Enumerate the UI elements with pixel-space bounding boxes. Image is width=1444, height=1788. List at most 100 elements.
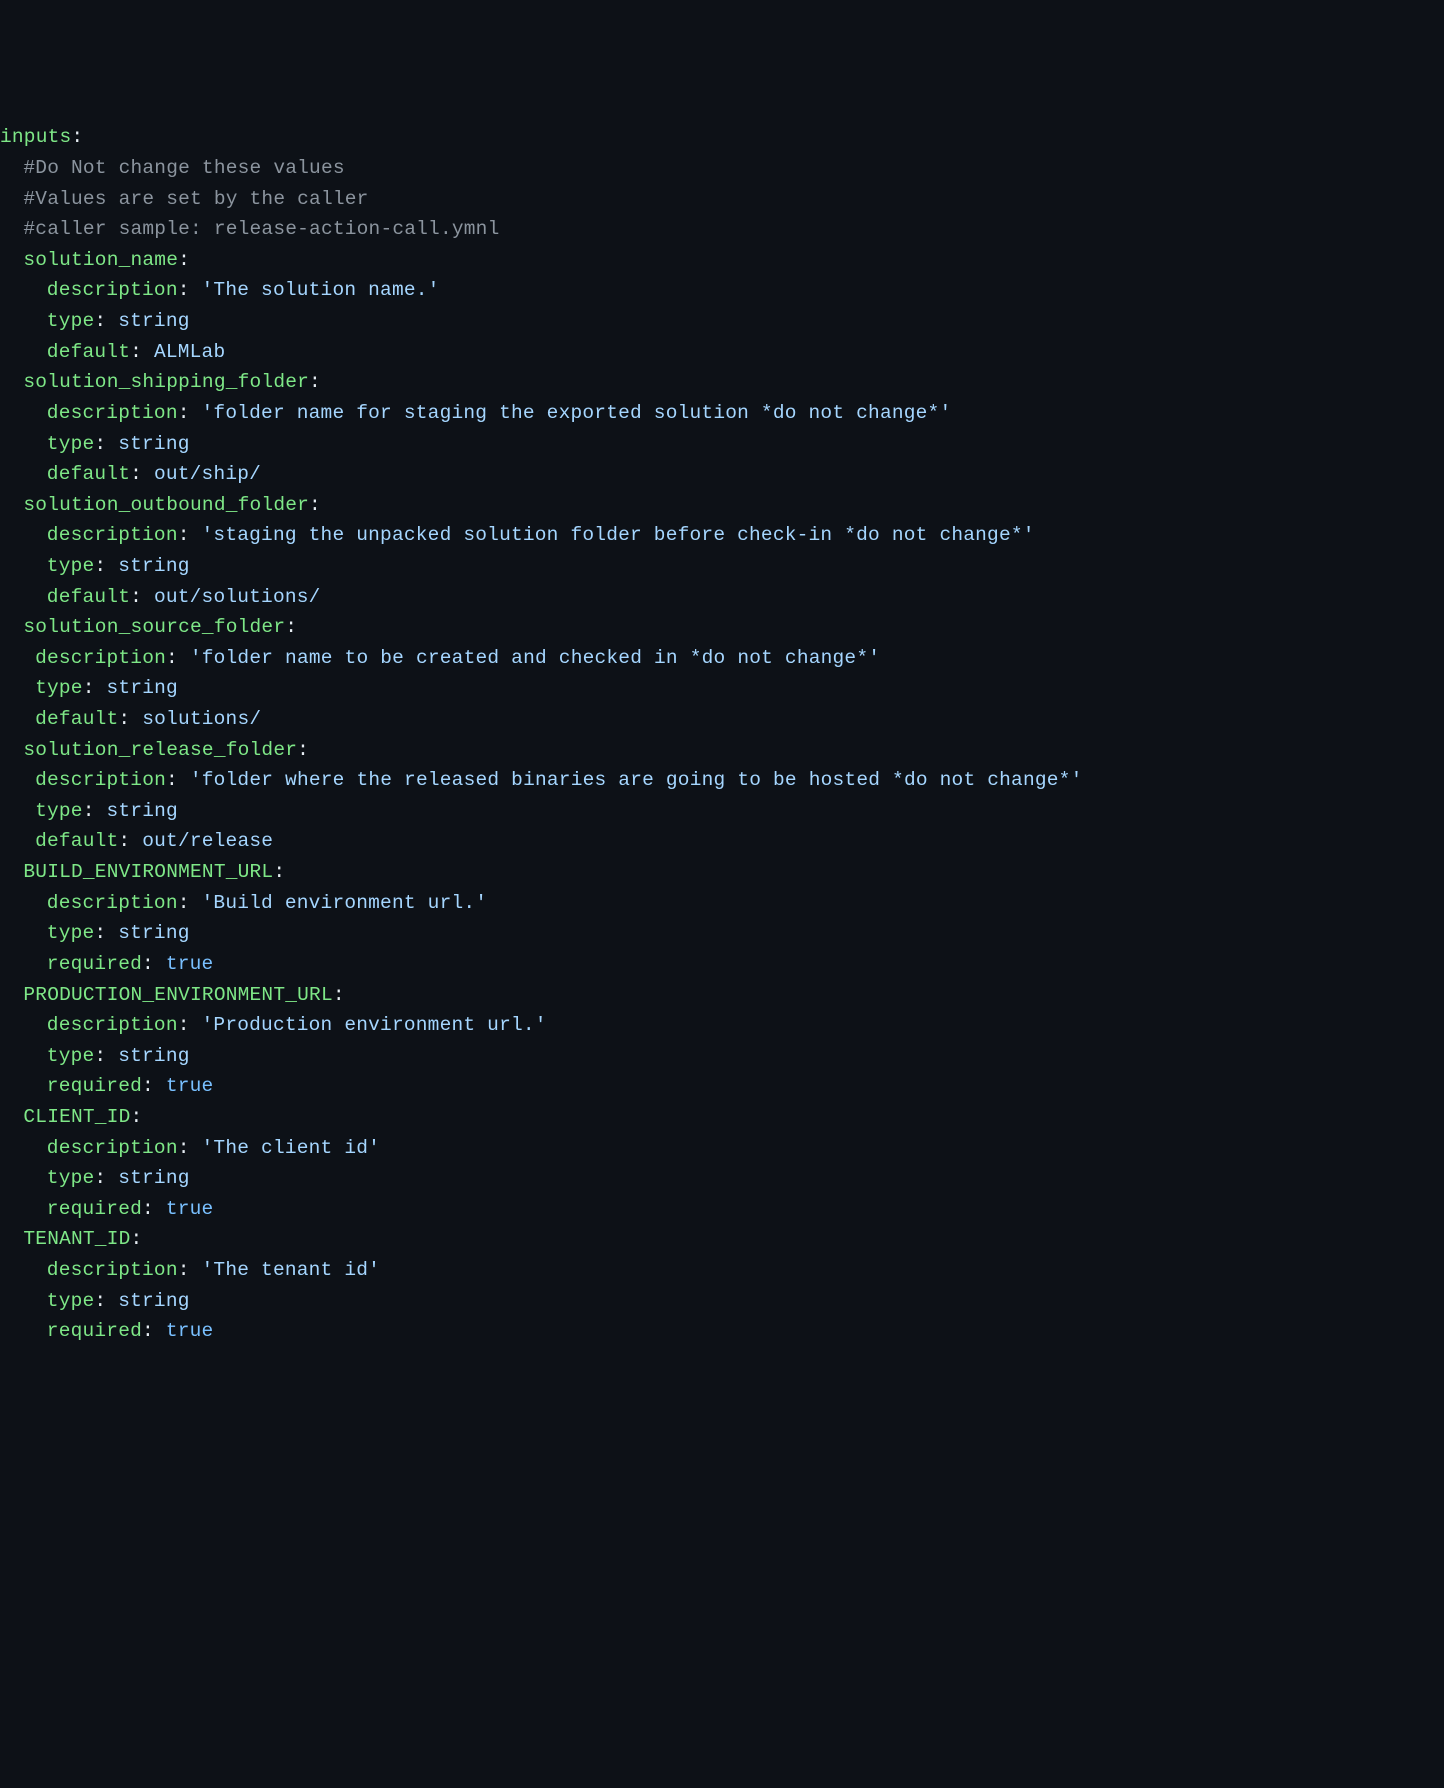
- code-line: description: 'The solution name.': [0, 275, 1444, 306]
- code-line: PRODUCTION_ENVIRONMENT_URL:: [0, 980, 1444, 1011]
- token-colon: :: [83, 800, 107, 822]
- token-colon: :: [178, 1259, 202, 1281]
- token-colon: :: [94, 310, 118, 332]
- token-value: out/release: [142, 830, 273, 852]
- token-colon: :: [166, 769, 190, 791]
- token-key: description: [47, 892, 178, 914]
- token-colon: :: [130, 586, 154, 608]
- code-line: solution_shipping_folder:: [0, 367, 1444, 398]
- code-line: description: 'folder name for staging th…: [0, 398, 1444, 429]
- code-line: description: 'Production environment url…: [0, 1010, 1444, 1041]
- code-line: default: out/ship/: [0, 459, 1444, 490]
- code-line: type: string: [0, 306, 1444, 337]
- token-colon: :: [178, 402, 202, 424]
- code-line: required: true: [0, 949, 1444, 980]
- code-line: type: string: [0, 673, 1444, 704]
- yaml-code-block: inputs: #Do Not change these values #Value…: [0, 122, 1444, 1346]
- token-key: description: [35, 647, 166, 669]
- token-colon: :: [285, 616, 297, 638]
- code-line: CLIENT_ID:: [0, 1102, 1444, 1133]
- token-colon: :: [142, 953, 166, 975]
- code-line: type: string: [0, 796, 1444, 827]
- token-comment: #caller sample: release-action-call.ymnl: [23, 218, 499, 240]
- token-colon: :: [178, 249, 190, 271]
- token-key: required: [47, 1198, 142, 1220]
- token-key: type: [47, 922, 95, 944]
- token-key: required: [47, 1075, 142, 1097]
- token-colon: :: [178, 524, 202, 546]
- token-colon: :: [178, 279, 202, 301]
- code-line: default: solutions/: [0, 704, 1444, 735]
- code-line: TENANT_ID:: [0, 1224, 1444, 1255]
- code-line: solution_release_folder:: [0, 735, 1444, 766]
- token-value: string: [118, 433, 189, 455]
- token-colon: :: [131, 1228, 143, 1250]
- token-comment: #Do Not change these values: [23, 157, 344, 179]
- token-colon: :: [297, 739, 309, 761]
- code-line: default: ALMLab: [0, 337, 1444, 368]
- token-key: description: [47, 279, 178, 301]
- token-colon: :: [118, 708, 142, 730]
- code-line: type: string: [0, 429, 1444, 460]
- code-line: description: 'folder where the released …: [0, 765, 1444, 796]
- token-comment: #Values are set by the caller: [23, 188, 368, 210]
- token-key: required: [47, 1320, 142, 1342]
- token-colon: :: [142, 1320, 166, 1342]
- token-colon: :: [94, 555, 118, 577]
- token-key: required: [47, 953, 142, 975]
- token-colon: :: [131, 1106, 143, 1128]
- token-colon: :: [166, 647, 190, 669]
- token-string: 'Production environment url.': [202, 1014, 547, 1036]
- token-key: solution_release_folder: [23, 739, 297, 761]
- code-line: default: out/release: [0, 826, 1444, 857]
- token-value: string: [107, 677, 178, 699]
- token-string: 'The solution name.': [202, 279, 440, 301]
- code-line: #Values are set by the caller: [0, 184, 1444, 215]
- token-bool: true: [166, 1198, 214, 1220]
- token-key: description: [47, 524, 178, 546]
- code-line: solution_outbound_folder:: [0, 490, 1444, 521]
- token-colon: :: [309, 371, 321, 393]
- token-value: string: [118, 555, 189, 577]
- token-key: type: [35, 677, 83, 699]
- token-colon: :: [94, 922, 118, 944]
- code-line: type: string: [0, 551, 1444, 582]
- code-line: description: 'The client id': [0, 1133, 1444, 1164]
- token-key: TENANT_ID: [23, 1228, 130, 1250]
- token-key: description: [47, 402, 178, 424]
- token-bool: true: [166, 953, 214, 975]
- token-colon: :: [178, 1014, 202, 1036]
- token-key: type: [47, 555, 95, 577]
- token-colon: :: [94, 1045, 118, 1067]
- token-key: type: [47, 1045, 95, 1067]
- token-bool: true: [166, 1075, 214, 1097]
- token-colon: :: [273, 861, 285, 883]
- code-line: solution_source_folder:: [0, 612, 1444, 643]
- code-line: required: true: [0, 1071, 1444, 1102]
- token-key: solution_outbound_folder: [23, 494, 309, 516]
- token-key: type: [35, 800, 83, 822]
- token-key: CLIENT_ID: [23, 1106, 130, 1128]
- token-key: default: [35, 830, 118, 852]
- token-key: inputs: [0, 126, 71, 148]
- token-key: solution_name: [23, 249, 178, 271]
- code-line: description: 'Build environment url.': [0, 888, 1444, 919]
- token-string: 'Build environment url.': [202, 892, 488, 914]
- token-key: type: [47, 310, 95, 332]
- token-value: ALMLab: [154, 341, 225, 363]
- token-key: type: [47, 433, 95, 455]
- token-value: solutions/: [142, 708, 261, 730]
- token-key: PRODUCTION_ENVIRONMENT_URL: [23, 984, 332, 1006]
- token-value: string: [118, 1167, 189, 1189]
- token-colon: :: [142, 1198, 166, 1220]
- token-value: string: [118, 1290, 189, 1312]
- token-key: default: [47, 463, 130, 485]
- token-key: solution_source_folder: [23, 616, 285, 638]
- token-key: default: [47, 341, 130, 363]
- token-key: description: [47, 1259, 178, 1281]
- token-key: description: [35, 769, 166, 791]
- code-line: type: string: [0, 1041, 1444, 1072]
- token-bool: true: [166, 1320, 214, 1342]
- token-string: 'staging the unpacked solution folder be…: [202, 524, 1035, 546]
- code-line: #caller sample: release-action-call.ymnl: [0, 214, 1444, 245]
